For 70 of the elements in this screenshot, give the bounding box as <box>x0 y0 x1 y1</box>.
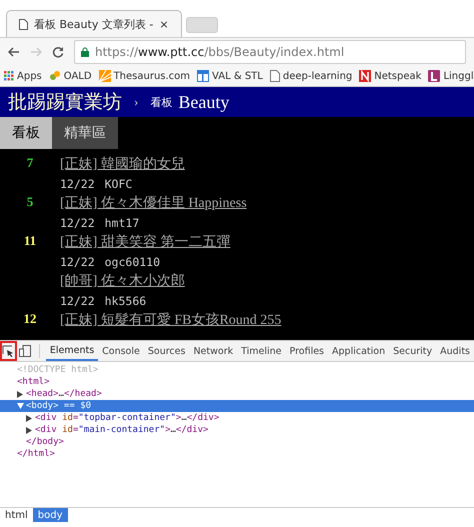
dom-node-row[interactable]: <div id="main-container">…</div> <box>0 424 474 436</box>
collapsed-triangle-icon[interactable] <box>17 390 23 398</box>
address-bar[interactable]: https://www.ptt.cc/bbs/Beauty/index.html <box>74 40 466 64</box>
post-title-link[interactable]: [正妹] 甜美笑容 第一二五彈 <box>60 233 474 253</box>
devtools-tab[interactable]: Profiles <box>286 341 328 361</box>
post-author: hmt17 <box>104 215 140 232</box>
post-title-link[interactable]: [正妹] 佐々木優佳里 Happiness <box>60 194 474 214</box>
board-name[interactable]: Beauty <box>178 92 230 112</box>
n-logo-icon <box>359 70 372 82</box>
post-author: KOFC <box>104 176 132 193</box>
post-date: 12/22 <box>60 176 95 193</box>
devtools-tab[interactable]: Security <box>389 341 436 361</box>
breadcrumb-separator: › <box>134 94 138 110</box>
tab-title: 看板 Beauty 文章列表 - <box>34 16 154 32</box>
devtools-tab[interactable]: Sources <box>144 341 190 361</box>
devtools-tab[interactable]: Application <box>328 341 390 361</box>
bookmark-link[interactable]: Netspeak <box>374 70 422 82</box>
apps-grid-icon <box>4 71 14 81</box>
post-date: 12/22 <box>60 215 95 232</box>
dom-node-row[interactable]: <head>…</head> <box>0 388 474 400</box>
page-icon <box>19 18 28 30</box>
lock-icon <box>81 47 89 57</box>
push-count: 12 <box>22 311 38 328</box>
collapsed-triangle-icon[interactable] <box>26 426 32 434</box>
bookmark-link[interactable]: Linggl <box>443 70 474 82</box>
devtools-tab[interactable]: Elements <box>46 341 98 361</box>
expanded-triangle-icon[interactable] <box>17 403 24 409</box>
devtools-tab[interactable]: Network <box>189 341 238 361</box>
page-icon <box>270 70 280 82</box>
post-title-link[interactable]: [正妹] 短髮有可愛 FB女孩Round 255 <box>60 311 474 331</box>
l-logo-icon <box>428 70 440 82</box>
device-mode-icon <box>18 345 31 357</box>
close-icon[interactable]: × <box>159 18 169 30</box>
inspect-cursor-icon <box>2 345 14 357</box>
dom-closing-tag: </html> <box>0 448 474 460</box>
post-title-link[interactable]: [正妹] 韓國瑜的女兒 <box>60 155 474 175</box>
bookmark-link[interactable]: Apps <box>17 70 42 82</box>
back-icon[interactable] <box>8 47 20 57</box>
board-tab[interactable]: 精華區 <box>52 117 118 149</box>
browser-tab[interactable]: 看板 Beauty 文章列表 - × <box>6 10 182 37</box>
post-author: hk5566 <box>104 293 146 310</box>
inspect-tool-button[interactable] <box>0 341 17 361</box>
devtools-tab[interactable]: Timeline <box>237 341 286 361</box>
window-icon <box>197 70 210 82</box>
post-date: 12/22 <box>60 254 95 271</box>
site-logo[interactable]: 批踢踢實業坊 <box>8 89 122 115</box>
bookmark-link[interactable]: Thesaurus.com <box>114 70 190 82</box>
dom-node-row[interactable]: <html> <box>0 376 474 388</box>
reload-icon[interactable] <box>52 46 64 58</box>
board-label: 看板 <box>150 96 172 110</box>
post-author: ogc60110 <box>104 254 160 271</box>
bookmark-link[interactable]: OALD <box>64 70 92 82</box>
push-count: 5 <box>26 194 34 211</box>
devtools-tab[interactable]: Audits <box>436 341 474 361</box>
devtools-tab[interactable]: Console <box>98 341 144 361</box>
post-date: 12/22 <box>60 293 95 310</box>
dom-closing-tag: </body> <box>0 436 474 448</box>
bookmark-link[interactable]: deep-learning <box>282 70 352 82</box>
push-count: 11 <box>22 233 38 250</box>
sun-icon <box>98 70 111 82</box>
element-breadcrumb[interactable]: body <box>32 508 68 522</box>
dom-node-row[interactable]: <div id="topbar-container">…</div> <box>0 412 474 424</box>
push-count: 7 <box>26 155 34 172</box>
element-breadcrumb[interactable]: html <box>0 508 33 522</box>
flower-icon <box>48 71 61 81</box>
collapsed-triangle-icon[interactable] <box>26 414 32 422</box>
post-title-link[interactable]: [帥哥] 佐々木小次郎 <box>60 272 474 292</box>
bookmark-link[interactable]: VAL & STL <box>212 70 263 82</box>
board-tab[interactable]: 看板 <box>0 117 52 149</box>
dom-node-row[interactable]: <body> == $0 <box>0 400 474 412</box>
